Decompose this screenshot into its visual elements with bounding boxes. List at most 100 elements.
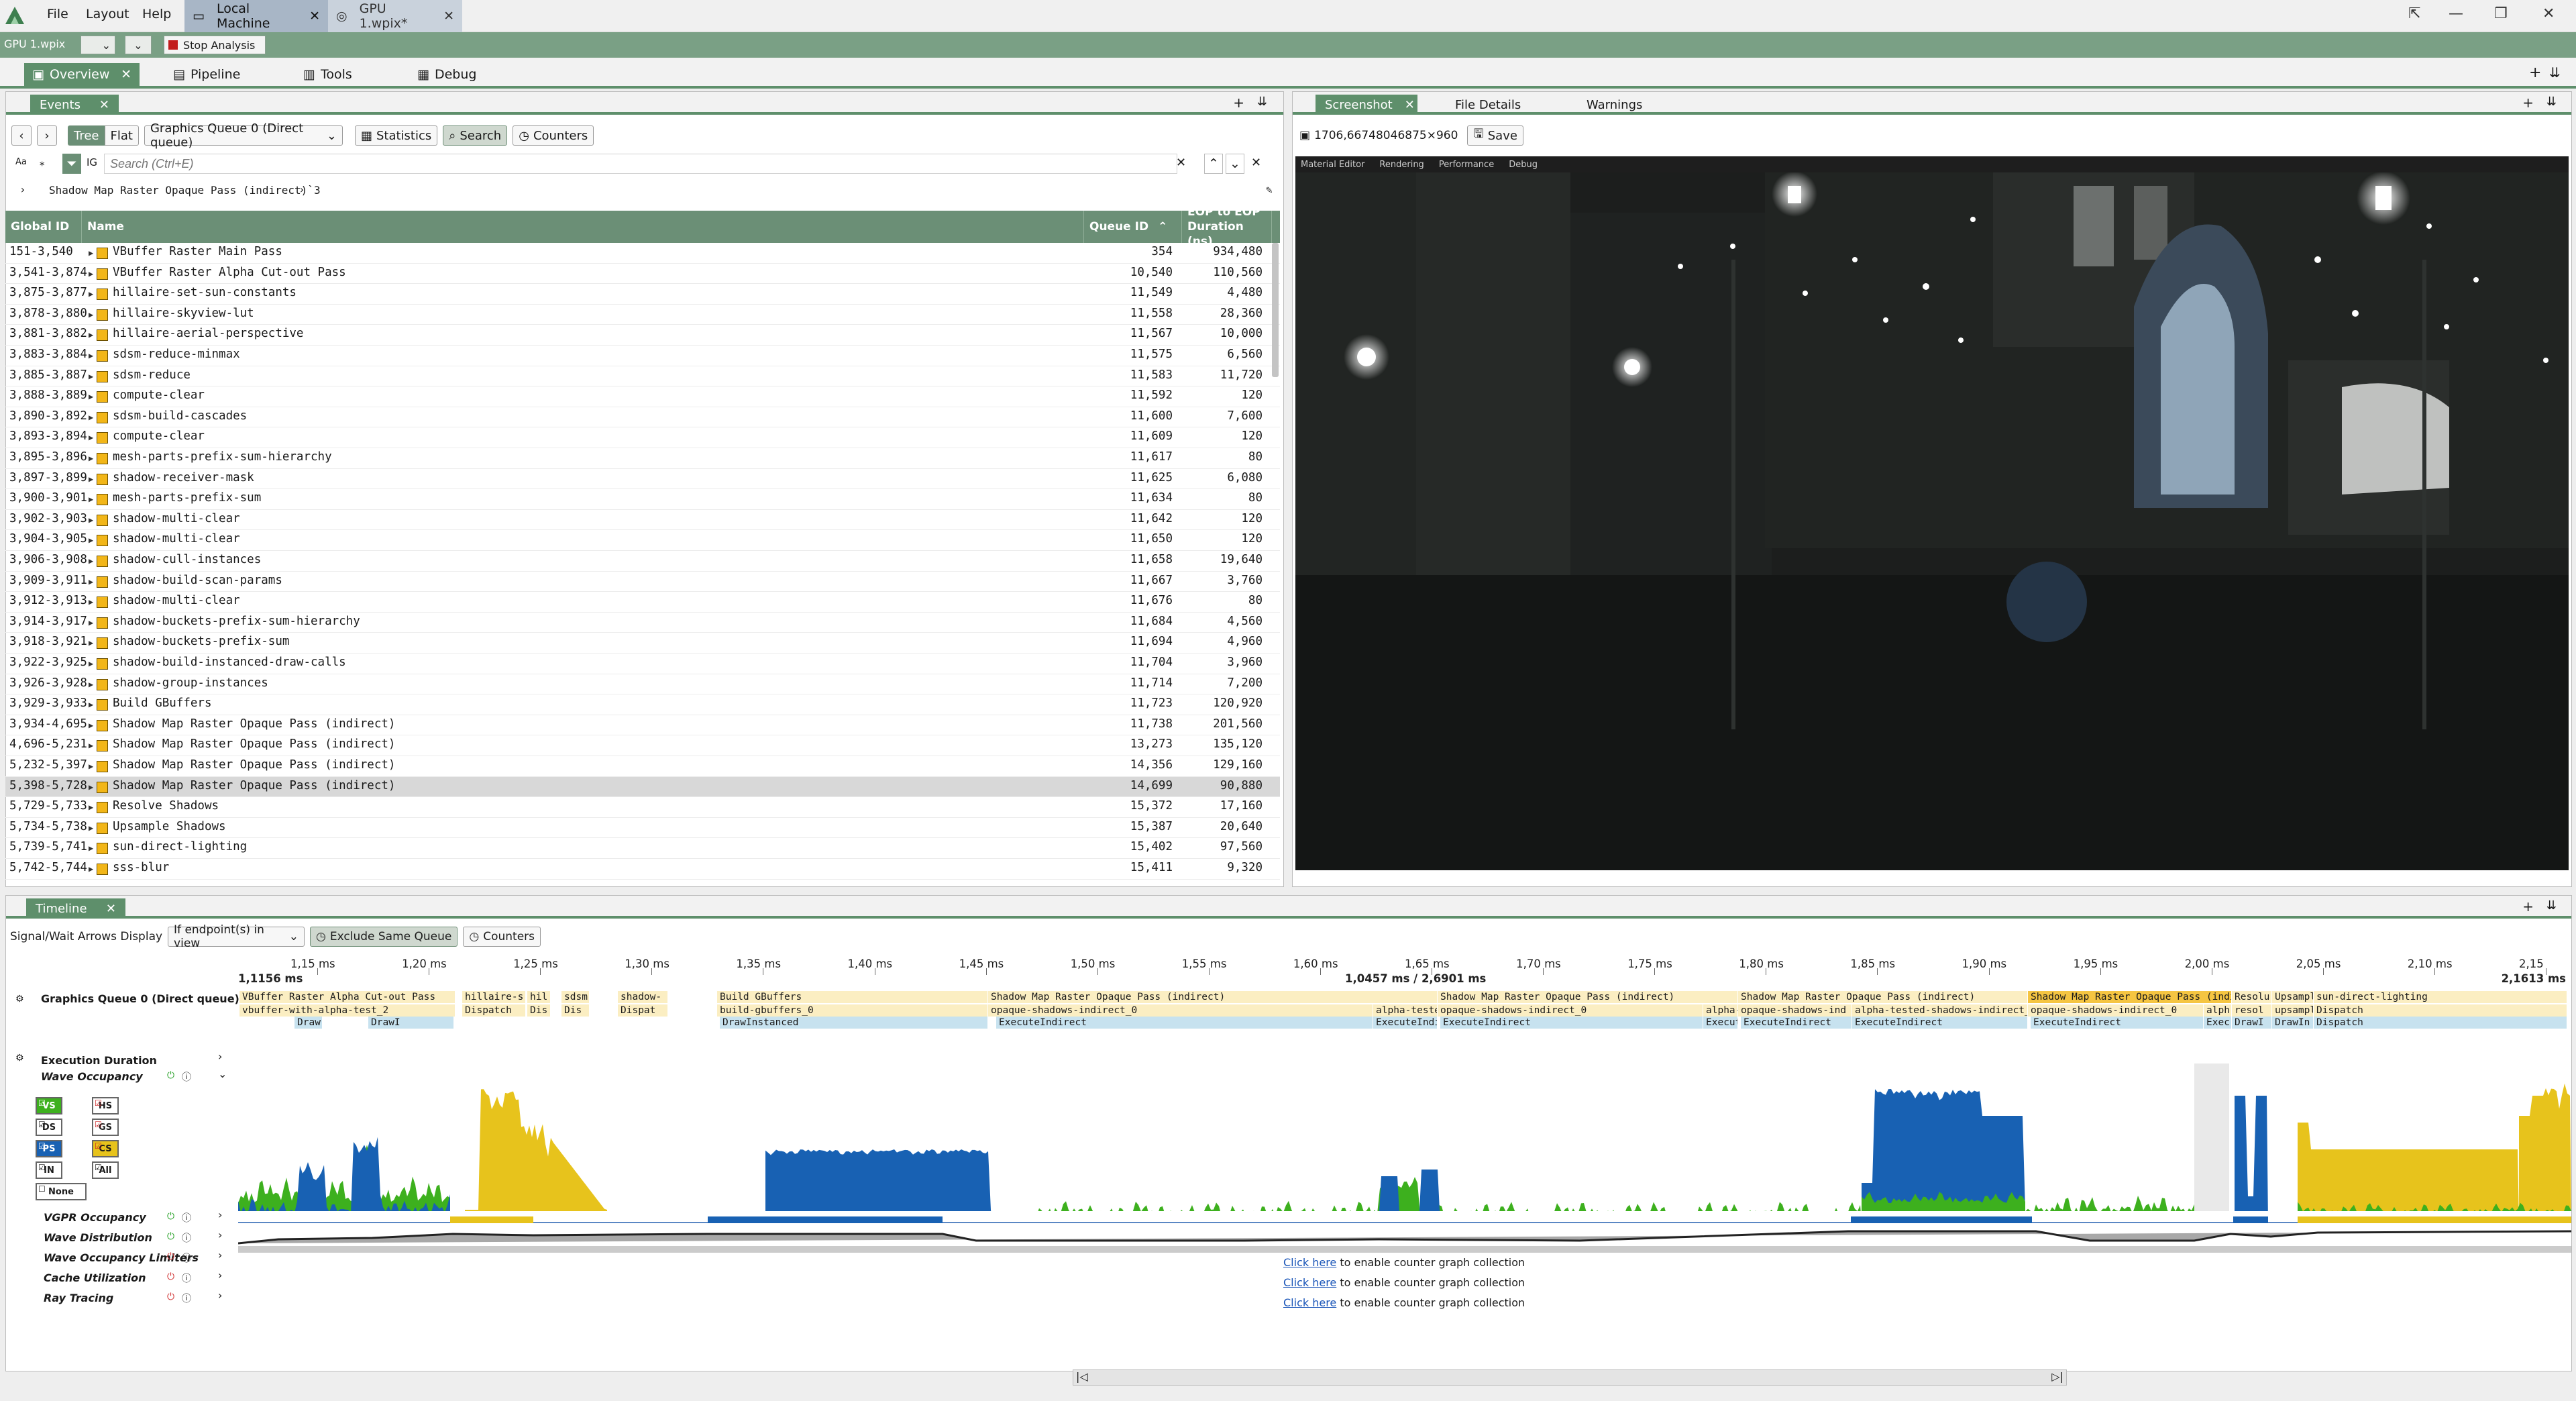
time-axis[interactable]: 1,15 ms 1,20 ms 1,25 ms 1,30 ms 1,35 ms 1,40 … <box>238 957 2571 987</box>
tab-debug[interactable]: ▦ Debug <box>409 63 484 86</box>
enable-collection-link[interactable]: Click here <box>1283 1256 1336 1269</box>
hs-toggle[interactable]: ☑ HS <box>92 1097 119 1114</box>
table-row[interactable]: 3,902-3,903 ▶ shadow-multi-clear 11,642 120 <box>5 510 1280 531</box>
expand-icon[interactable]: ▶ <box>89 248 93 258</box>
table-row[interactable]: 5,734-5,738 ▶ Upsample Shadows 15,387 20,640 <box>5 818 1280 839</box>
timeline-event-bar[interactable]: Dispatch <box>462 1004 526 1017</box>
clear-search-icon[interactable]: ✕ <box>1176 156 1186 170</box>
table-row[interactable]: 3,912-3,913 ▶ shadow-multi-clear 11,676 80 <box>5 592 1280 613</box>
expand-icon[interactable]: ▶ <box>89 802 93 812</box>
table-row[interactable]: 3,875-3,877 ▶ hillaire-set-sun-constants 11… <box>5 284 1280 305</box>
panel-menu-icon[interactable]: ⇊ <box>1257 95 1267 109</box>
timeline-event-bar[interactable]: Dispatch <box>2314 1004 2567 1017</box>
info-icon[interactable]: ⓘ <box>182 1211 191 1225</box>
timeline-event-bar[interactable]: DrawI <box>368 1017 454 1029</box>
gear-icon[interactable]: ⚙ <box>15 1053 24 1063</box>
col-eop-duration[interactable]: EOP to EOP Duration (ns) <box>1182 211 1272 248</box>
table-row[interactable]: 3,881-3,882 ▶ hillaire-aerial-perspective 1… <box>5 325 1280 346</box>
close-search-icon[interactable]: ✕ <box>1251 156 1261 170</box>
timeline-event-bar[interactable]: DrawI <box>2232 1017 2272 1029</box>
table-row[interactable]: 5,729-5,733 ▶ Resolve Shadows 15,372 17,160 <box>5 797 1280 818</box>
expand-icon[interactable]: ▶ <box>89 782 93 792</box>
expand-icon[interactable]: ▶ <box>89 721 93 730</box>
timeline-event-bar[interactable]: ExecuteIndirect <box>1852 1017 2028 1029</box>
expand-icon[interactable]: ▶ <box>89 864 93 874</box>
table-row[interactable]: 3,900-3,901 ▶ mesh-parts-prefix-sum 11,634 8… <box>5 489 1280 510</box>
add-icon[interactable]: + <box>2522 95 2534 111</box>
expand-icon[interactable]: ▶ <box>89 433 93 442</box>
timeline-event-bar[interactable]: hil <box>527 991 551 1003</box>
capture-selector[interactable]: ⌄ <box>80 36 115 54</box>
timeline-event-bar[interactable]: shadow- <box>618 991 668 1003</box>
next-match-icon[interactable]: ⌄ <box>1226 154 1244 174</box>
counter-off-icon[interactable]: ⏻ <box>167 1292 174 1302</box>
table-row[interactable]: 3,909-3,911 ▶ shadow-build-scan-params 11,6… <box>5 572 1280 592</box>
timeline-event-bar[interactable]: build-gbuffers_0 <box>717 1004 988 1017</box>
table-row[interactable]: 151-3,540 ▶ VBuffer Raster Main Pass 354 934… <box>5 243 1280 264</box>
panel-menu-icon[interactable]: ⇊ <box>2549 64 2561 81</box>
expand-icon[interactable]: ▶ <box>89 454 93 463</box>
timeline-event-bar[interactable]: Dispat <box>618 1004 668 1017</box>
table-row[interactable]: 3,914-3,917 ▶ shadow-buckets-prefix-sum-hi… <box>5 613 1280 633</box>
tab-overview[interactable]: ▣ Overview ✕ <box>24 63 140 86</box>
minimize-icon[interactable]: — <box>2449 5 2463 22</box>
timeline-event-bar[interactable]: Draw <box>294 1017 323 1029</box>
expand-icon[interactable]: ▶ <box>89 515 93 525</box>
table-row[interactable]: 3,918-3,921 ▶ shadow-buckets-prefix-sum 11,… <box>5 633 1280 654</box>
timeline-event-bar[interactable]: Dis <box>561 1004 590 1017</box>
timeline-event-bar[interactable]: ExecuteIndirect <box>2031 1017 2204 1029</box>
timeline-event-bar[interactable]: DrawInstanced <box>720 1017 988 1029</box>
timeline-event-bar[interactable]: Build GBuffers <box>717 991 988 1003</box>
counter-on-icon[interactable]: ⏻ <box>167 1211 174 1222</box>
breadcrumb-item[interactable]: Shadow Map Raster Opaque Pass (indirect)… <box>49 184 321 197</box>
expand-icon[interactable]: ▶ <box>89 823 93 833</box>
restore-icon[interactable]: ❐ <box>2494 5 2508 22</box>
table-row[interactable]: 3,890-3,892 ▶ sdsm-build-cascades 11,600 7,6… <box>5 407 1280 428</box>
scroll-start-icon[interactable]: |◁ <box>1076 1370 1088 1383</box>
none-toggle[interactable]: ☐ None <box>36 1183 87 1200</box>
timeline-event-bar[interactable]: DrawIn <box>2272 1017 2314 1029</box>
timeline-event-bar[interactable]: Shadow Map Raster Opaque Pass (indirect) <box>988 991 1438 1003</box>
table-row[interactable]: 3,895-3,896 ▶ mesh-parts-prefix-sum-hierar… <box>5 448 1280 469</box>
chevron-right-icon[interactable]: › <box>299 183 305 196</box>
menu-help[interactable]: Help <box>142 7 171 21</box>
menu-layout[interactable]: Layout <box>86 7 129 21</box>
timeline-event-bar[interactable]: alpha-tested-shadows-indirect_0 <box>1852 1004 2028 1017</box>
timeline-event-bar[interactable]: ExecuteIndirect <box>1440 1017 1703 1029</box>
table-row[interactable]: 5,398-5,728 ▶ Shadow Map Raster Opaque Pas… <box>5 776 1280 798</box>
vgpr-and-distribution-graph[interactable] <box>238 1211 2571 1253</box>
table-row[interactable]: 5,742-5,744 ▶ sss-blur 15,411 9,320 <box>5 859 1280 880</box>
tab-pipeline[interactable]: ▤ Pipeline <box>165 63 248 86</box>
panel-menu-icon[interactable]: ⇊ <box>2546 95 2557 109</box>
close-icon[interactable]: ✕ <box>443 9 454 23</box>
in-toggle[interactable]: ☑ IN <box>36 1161 62 1179</box>
expand-icon[interactable]: ▶ <box>89 269 93 278</box>
timeline-event-bar[interactable]: Dis <box>527 1004 551 1017</box>
timeline-event-bar[interactable]: alpha- <box>1703 1004 1738 1017</box>
expand-icon[interactable]: ▶ <box>89 289 93 299</box>
timeline-event-bar[interactable]: Exec <box>2204 1017 2232 1029</box>
timeline-event-bar[interactable]: Shadow Map Raster Opaque Pass (indi <box>2028 991 2232 1003</box>
table-row[interactable]: 3,888-3,889 ▶ compute-clear 11,592 120 <box>5 386 1280 407</box>
window-close-icon[interactable]: ✕ <box>2542 5 2555 22</box>
info-icon[interactable]: ⓘ <box>182 1231 191 1245</box>
enable-collection-link[interactable]: Click here <box>1283 1276 1336 1289</box>
vs-toggle[interactable]: ☑ VS <box>36 1097 62 1114</box>
table-row[interactable]: 3,897-3,899 ▶ shadow-receiver-mask 11,625 6,… <box>5 469 1280 490</box>
expand-icon[interactable]: ▶ <box>89 495 93 504</box>
search-input[interactable] <box>104 154 1177 174</box>
table-row[interactable]: 3,934-4,695 ▶ Shadow Map Raster Opaque Pas… <box>5 715 1280 736</box>
table-row[interactable]: 3,929-3,933 ▶ Build GBuffers 11,723 120,920 <box>5 694 1280 715</box>
info-icon[interactable]: ⓘ <box>182 1251 191 1265</box>
timeline-event-bar[interactable]: opaque-shadows-indirect_0 <box>1438 1004 1703 1017</box>
timeline-event-bar[interactable]: Execut <box>1703 1017 1738 1029</box>
edit-icon[interactable]: ✎ <box>1266 183 1273 196</box>
close-icon[interactable]: ✕ <box>121 67 131 82</box>
all-toggle[interactable]: ☑ All <box>92 1161 119 1179</box>
add-icon[interactable]: + <box>1233 95 1244 111</box>
tab-events[interactable]: Events ✕ <box>30 95 119 115</box>
prev-match-icon[interactable]: ⌃ <box>1204 154 1223 174</box>
timeline-event-bar[interactable]: resol <box>2232 1004 2272 1017</box>
table-row[interactable]: 3,878-3,880 ▶ hillaire-skyview-lut 11,558 28… <box>5 305 1280 325</box>
share-icon[interactable]: ⇱ <box>2408 5 2420 22</box>
